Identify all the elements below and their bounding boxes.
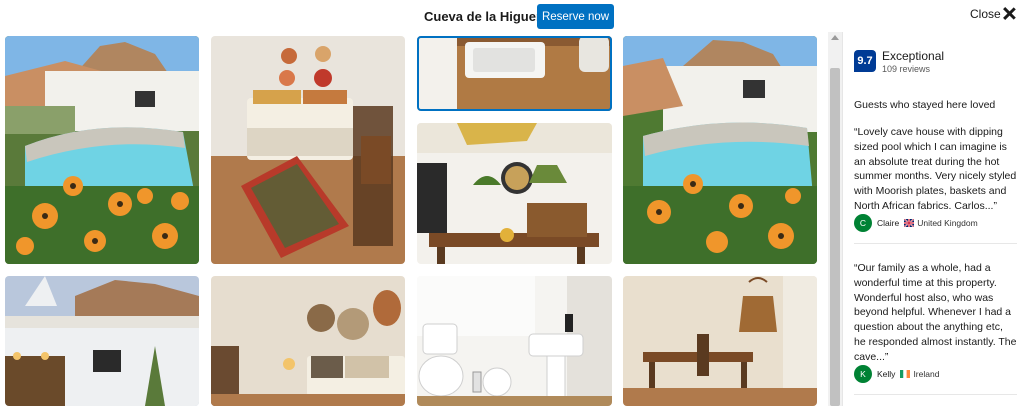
scroll-thumb[interactable] [830, 68, 840, 406]
review-count[interactable]: 109 reviews [882, 64, 930, 74]
photo-bathroom[interactable] [417, 276, 612, 406]
reviews-heading: Guests who stayed here loved [854, 99, 996, 111]
uk-flag-icon [904, 219, 915, 227]
photo-cave-bedroom[interactable] [211, 276, 405, 406]
close-label[interactable]: Close [970, 7, 1001, 21]
reviewer-name: Kelly [877, 369, 896, 379]
reviewer: K Kelly Ireland [854, 365, 939, 383]
close-icon[interactable] [999, 4, 1019, 24]
photo-bedroom-with-rug[interactable] [211, 36, 405, 264]
photo-pool-with-flowers[interactable] [5, 36, 199, 264]
reviewer-country: United Kingdom [917, 218, 978, 228]
photo-kitchen-sink[interactable] [417, 36, 612, 111]
reviews-panel: 9.7 Exceptional 109 reviews Guests who s… [842, 32, 1024, 406]
photo-gallery [0, 32, 828, 406]
top-bar: Cueva de la Higuera Reserve now Close [0, 0, 1024, 32]
avatar: K [854, 365, 872, 383]
photo-patio-dining[interactable] [417, 123, 612, 264]
hotel-name: Cueva de la Higuera [424, 9, 549, 24]
review-divider [854, 394, 1017, 395]
photo-dining-room[interactable] [623, 276, 817, 406]
reviewer-name: Claire [877, 218, 900, 228]
review-divider [854, 243, 1017, 244]
review-score-label: Exceptional [882, 49, 945, 63]
ireland-flag-icon [900, 370, 911, 378]
review-score-badge: 9.7 [854, 50, 876, 72]
gallery-scrollbar[interactable] [828, 32, 842, 406]
reserve-now-button[interactable]: Reserve now [537, 4, 614, 29]
review-text: “Our family as a whole, had a wonderful … [854, 262, 1017, 363]
reviewer-country: Ireland [913, 369, 940, 379]
photo-pool-view[interactable] [623, 36, 817, 264]
review-text: “Lovely cave house with dipping sized po… [854, 126, 1017, 212]
reviewer: C Claire United Kingdom [854, 214, 978, 232]
avatar: C [854, 214, 872, 232]
scroll-up-arrow-icon[interactable] [831, 35, 839, 40]
photo-exterior-dusk[interactable] [5, 276, 199, 406]
